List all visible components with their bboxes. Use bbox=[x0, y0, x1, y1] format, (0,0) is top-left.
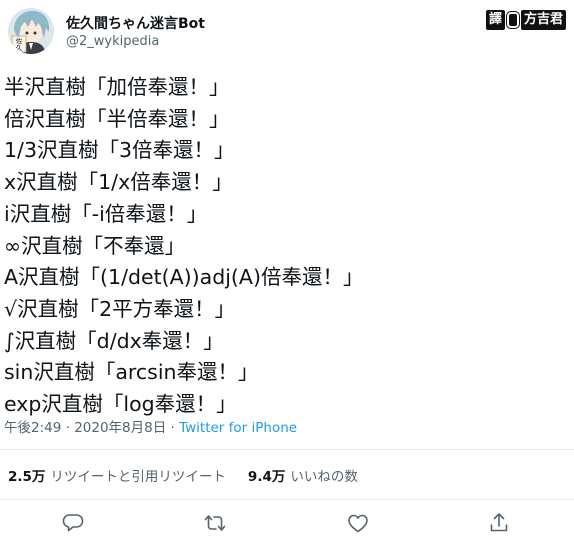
tweet-text: 半沢直樹「加倍奉還！」 倍沢直樹「半倍奉還！」 1/3沢直樹「3倍奉還！」 x沢… bbox=[4, 72, 566, 421]
avatar-text-bottom: 久 bbox=[16, 43, 23, 52]
watermark-divider-icon bbox=[506, 12, 519, 28]
share-button[interactable] bbox=[487, 511, 511, 535]
like-icon bbox=[348, 514, 368, 533]
tweet-line: √沢直樹「2平方奉還！」 bbox=[4, 296, 236, 321]
tweet-meta: 午後2:49 · 2020年8月8日 · Twitter for iPhone bbox=[4, 416, 297, 436]
tweet-line: 半沢直樹「加倍奉還！」 bbox=[4, 75, 230, 99]
tweet-line: x沢直樹「1/x倍奉還！」 bbox=[4, 170, 233, 195]
tweet-source-link[interactable]: Twitter for iPhone bbox=[179, 420, 297, 436]
user-handle[interactable]: @2_wykipedia bbox=[66, 34, 159, 49]
divider bbox=[0, 499, 574, 500]
reply-icon bbox=[62, 514, 84, 532]
retweets-count: 2.5万 bbox=[8, 469, 46, 485]
tweet-line: 倍沢直樹「半倍奉還！」 bbox=[4, 106, 230, 131]
likes-label: いいねの数 bbox=[290, 469, 358, 485]
avatar[interactable]: 佐 久 bbox=[8, 8, 54, 54]
tweet-actions bbox=[0, 511, 574, 535]
retweets-stat[interactable]: 2.5万 リツイートと引用リツイート bbox=[8, 465, 226, 485]
share-icon bbox=[490, 513, 508, 532]
retweets-label: リツイートと引用リツイート bbox=[50, 469, 226, 485]
retweet-icon bbox=[204, 515, 226, 531]
watermark: 譯 方吉君 bbox=[485, 8, 566, 32]
watermark-right: 方吉君 bbox=[520, 10, 566, 30]
tweet-line: i沢直樹「-i倍奉還！」 bbox=[4, 201, 208, 226]
like-button[interactable] bbox=[346, 511, 370, 535]
tweet-stats: 2.5万 リツイートと引用リツイート 9.4万 いいねの数 bbox=[8, 465, 358, 485]
retweet-button[interactable] bbox=[203, 511, 227, 535]
divider bbox=[0, 449, 574, 450]
tweet-timestamp[interactable]: 午後2:49 · 2020年8月8日 · bbox=[4, 420, 179, 436]
reply-button[interactable] bbox=[61, 511, 85, 535]
tweet-line: 1/3沢直樹「3倍奉還！」 bbox=[4, 138, 235, 163]
tweet-line: sin沢直樹「arcsin奉還！」 bbox=[4, 360, 259, 385]
tweet-line: A沢直樹「(1/det(A))adj(A)倍奉還！」 bbox=[4, 265, 364, 290]
likes-stat[interactable]: 9.4万 いいねの数 bbox=[248, 465, 358, 485]
likes-count: 9.4万 bbox=[247, 469, 286, 485]
tweet-line: ∞沢直樹「不奉還」 bbox=[4, 233, 186, 258]
tweet-line: ∫沢直樹「d/dx奉還！」 bbox=[4, 328, 224, 353]
display-name[interactable]: 佐久間ちゃん迷言Bot bbox=[66, 13, 205, 33]
watermark-left: 譯 bbox=[485, 10, 505, 30]
tweet-header: 佐 久 佐久間ちゃん迷言Bot @2_wykipedia 譯 方吉君 bbox=[8, 8, 566, 54]
